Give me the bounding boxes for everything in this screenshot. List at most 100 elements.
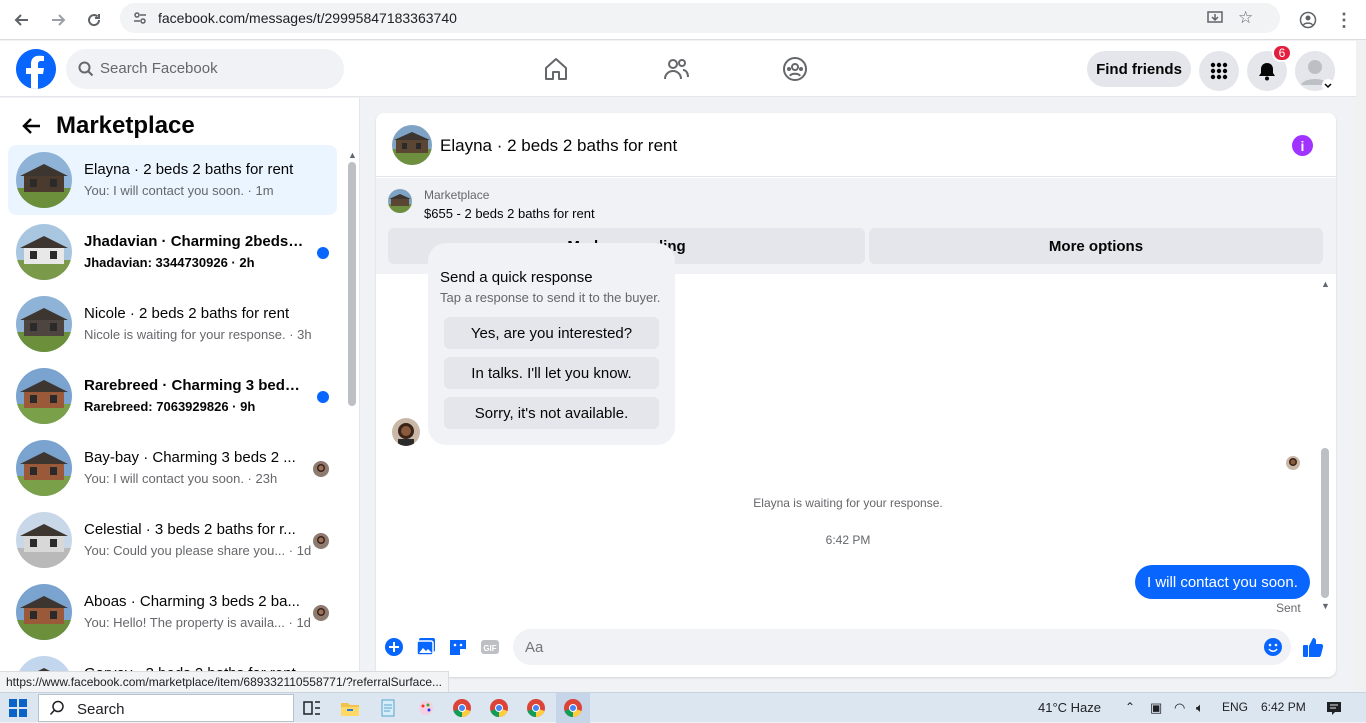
unread-dot	[317, 391, 329, 403]
info-icon[interactable]: i	[1292, 135, 1313, 156]
conversation-item[interactable]: Celestial · 3 beds 2 baths for r... You: …	[8, 505, 337, 575]
listing-thumbnail	[16, 584, 72, 640]
home-icon[interactable]	[540, 53, 572, 85]
sent-message-bubble[interactable]: I will contact you soon.	[1135, 565, 1310, 599]
taskbar-search-box[interactable]: Search	[38, 694, 294, 722]
conversation-item[interactable]: Aboas · Charming 3 beds 2 ba... You: Hell…	[8, 577, 337, 647]
windows-taskbar: Search 41°C Haze ⌃ ▣ ◠ 🔈︎ ENG 6:42 PM	[0, 692, 1366, 723]
page-scrollbar[interactable]	[1356, 41, 1366, 690]
facebook-search-box[interactable]: Search Facebook	[66, 49, 344, 89]
friends-icon[interactable]	[660, 53, 692, 85]
chrome-icon[interactable]	[489, 698, 509, 718]
search-icon	[78, 61, 94, 82]
listing-thumbnail	[16, 152, 72, 208]
language-indicator[interactable]: ENG	[1222, 700, 1248, 714]
search-placeholder[interactable]: Search Facebook	[100, 60, 218, 77]
listing-price-title[interactable]: $655 - 2 beds 2 baths for rent	[424, 206, 595, 221]
show-hidden-icons-icon[interactable]: ⌃	[1125, 700, 1135, 714]
volume-icon[interactable]: 🔈︎	[1196, 700, 1204, 716]
waiting-notice: Elayna is waiting for your response.	[753, 496, 943, 510]
conversation-snippet: You: I will contact you soon. · 23h	[84, 471, 278, 486]
address-bar[interactable]: facebook.com/messages/t/2999584718336374…	[120, 3, 1280, 33]
chat-scroll-up-icon[interactable]: ▲	[1321, 279, 1330, 289]
read-receipt-avatar	[313, 461, 329, 477]
thumbs-up-icon[interactable]	[1301, 635, 1325, 659]
buyer-avatar[interactable]	[392, 418, 420, 446]
quick-response-option[interactable]: In talks. I'll let you know.	[444, 357, 659, 389]
site-settings-icon[interactable]	[132, 10, 148, 31]
emoji-icon[interactable]	[1261, 635, 1285, 659]
message-input[interactable]	[513, 629, 1291, 665]
read-receipt-avatar	[313, 533, 329, 549]
conversation-item[interactable]: Jhadavian · Charming 2beds 1... Jhadavian…	[8, 217, 337, 287]
sidebar-title: Marketplace	[56, 112, 195, 139]
facebook-header: Search Facebook Find friends	[0, 41, 1366, 97]
listing-thumbnail	[16, 224, 72, 280]
attach-photo-icon[interactable]	[414, 635, 438, 659]
paint-icon[interactable]	[416, 698, 436, 718]
conversation-item[interactable]: Bay-bay · Charming 3 beds 2 ... You: I wi…	[8, 433, 337, 503]
quick-response-subtitle: Tap a response to send it to the buyer.	[440, 290, 661, 305]
more-options-button[interactable]: More options	[869, 228, 1323, 264]
menu-grid-icon[interactable]	[1199, 51, 1239, 91]
conversation-snippet: Jhadavian: 3344730926 · 2h	[84, 255, 255, 270]
conversation-item[interactable]: Rarebreed · Charming 3 beds ... Rarebreed…	[8, 361, 337, 431]
chat-title[interactable]: Elayna · 2 beds 2 baths for rent	[440, 136, 677, 156]
conversation-item[interactable]: Nicole · 2 beds 2 baths for rent Nicole i…	[8, 289, 337, 359]
notepad-icon[interactable]	[378, 698, 398, 718]
url-text[interactable]: facebook.com/messages/t/2999584718336374…	[158, 10, 457, 26]
install-app-icon[interactable]	[1206, 9, 1224, 32]
gif-icon[interactable]: GIF	[478, 635, 502, 659]
conversation-item[interactable]: Elayna · 2 beds 2 baths for rent You: I w…	[8, 145, 337, 215]
link-status-url: https://www.facebook.com/marketplace/ite…	[0, 671, 450, 692]
scroll-up-arrow-icon[interactable]: ▲	[348, 150, 357, 160]
task-view-icon[interactable]	[302, 698, 322, 718]
conversation-title: Bay-bay · Charming 3 beds 2 ...	[84, 449, 296, 466]
conversation-title: Nicole · 2 beds 2 baths for rent	[84, 305, 290, 322]
bookmark-star-icon[interactable]: ☆	[1238, 8, 1253, 28]
account-avatar[interactable]	[1295, 51, 1335, 91]
listing-thumbnail	[16, 296, 72, 352]
conversation-title: Aboas · Charming 3 beds 2 ba...	[84, 593, 300, 610]
taskbar-search-label[interactable]: Search	[77, 701, 125, 718]
chat-scroll-down-icon[interactable]: ▼	[1321, 601, 1330, 611]
read-receipt-avatar	[313, 605, 329, 621]
plus-actions-icon[interactable]	[382, 635, 406, 659]
file-explorer-icon[interactable]	[340, 698, 360, 718]
notification-center-icon[interactable]	[1326, 700, 1342, 719]
back-icon[interactable]	[8, 6, 36, 34]
chat-header: Elayna · 2 beds 2 baths for rent i	[376, 113, 1336, 177]
sidebar-scrollbar[interactable]	[348, 162, 356, 406]
device-icon[interactable]: ▣	[1150, 700, 1162, 716]
conversation-snippet: You: Hello! The property is availa... · …	[84, 615, 311, 630]
clock-time[interactable]: 6:42 PM	[1261, 700, 1306, 714]
listing-thumbnail[interactable]	[392, 125, 432, 165]
back-arrow-icon[interactable]	[20, 114, 44, 138]
quick-response-option[interactable]: Sorry, it's not available.	[444, 397, 659, 429]
find-friends-button[interactable]: Find friends	[1087, 51, 1191, 87]
quick-response-card: Send a quick response Tap a response to …	[428, 243, 675, 445]
chrome-icon[interactable]	[526, 698, 546, 718]
groups-icon[interactable]	[779, 53, 811, 85]
weather-text[interactable]: 41°C Haze	[1038, 700, 1101, 715]
browser-toolbar: facebook.com/messages/t/2999584718336374…	[0, 0, 1366, 40]
quick-response-option[interactable]: Yes, are you interested?	[444, 317, 659, 349]
windows-start-icon[interactable]	[9, 699, 27, 722]
chrome-icon[interactable]	[452, 698, 472, 718]
wifi-icon[interactable]: ◠	[1174, 700, 1185, 716]
listing-thumbnail	[16, 512, 72, 568]
unread-dot	[317, 247, 329, 259]
profile-icon[interactable]	[1294, 6, 1322, 34]
conversation-title: Rarebreed · Charming 3 beds ...	[84, 377, 306, 394]
sent-status: Sent	[1276, 601, 1301, 615]
facebook-logo[interactable]	[16, 49, 56, 89]
browser-menu-icon[interactable]: ⋮	[1330, 6, 1358, 34]
chrome-icon[interactable]	[563, 698, 583, 718]
forward-icon[interactable]	[44, 6, 72, 34]
chat-scrollbar[interactable]	[1321, 448, 1329, 598]
reload-icon[interactable]	[80, 6, 108, 34]
listing-mini-thumbnail[interactable]	[388, 189, 412, 213]
marketplace-label: Marketplace	[424, 188, 490, 202]
sticker-icon[interactable]	[446, 635, 470, 659]
conversation-title: Jhadavian · Charming 2beds 1...	[84, 233, 306, 250]
